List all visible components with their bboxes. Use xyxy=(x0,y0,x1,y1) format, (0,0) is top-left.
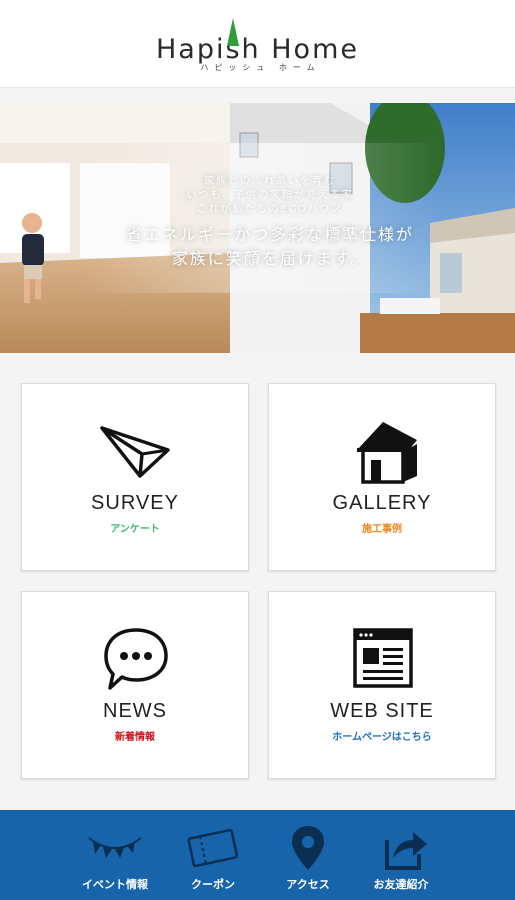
hero-tagline-3: これが私たちのECOハウス xyxy=(196,204,344,215)
survey-tile-button[interactable]: SURVEY アンケート xyxy=(21,383,249,571)
tree-logo-icon xyxy=(227,18,239,46)
logo-subtext: ハピッシュ ホーム xyxy=(200,63,321,72)
website-title: WEB SITE xyxy=(330,700,434,722)
hero-tagline-2: いつも、子供の笑顔が見える家 xyxy=(186,190,354,201)
website-tile-button[interactable]: WEB SITE ホームページはこちら xyxy=(268,591,496,779)
map-pin-icon xyxy=(292,826,324,870)
nav-label-events: イベント情報 xyxy=(82,878,148,891)
app-header: Hapish Home ハピッシュ ホーム xyxy=(0,0,515,88)
nav-item-coupon[interactable]: クーポン xyxy=(158,810,268,900)
nav-item-events[interactable]: イベント情報 xyxy=(60,810,170,900)
bottom-navigation: イベント情報 クーポン アクセス お友達紹介 xyxy=(0,810,515,900)
nav-label-coupon: クーポン xyxy=(191,878,235,891)
bunting-icon xyxy=(88,837,142,858)
hero-banner: 家族とのふれあいを育む いつも、子供の笑顔が見える家 これが私たちのECOハウス… xyxy=(0,103,515,353)
gallery-tile-button[interactable]: GALLERY 施工事例 xyxy=(268,383,496,571)
hero-tagline-1: 家族とのふれあいを育む xyxy=(204,176,336,187)
share-icon xyxy=(385,832,427,870)
website-subtitle: ホームページはこちら xyxy=(332,732,432,743)
coupon-icon xyxy=(187,828,239,868)
hero-headline-1: 省エネルギーかつ多彩な標準仕様が xyxy=(125,225,414,244)
nav-item-refer-friend[interactable]: お友達紹介 xyxy=(346,810,456,900)
app-logo: Hapish Home ハピッシュ ホーム xyxy=(0,34,515,73)
survey-title: SURVEY xyxy=(91,492,179,514)
nav-label-refer-friend: お友達紹介 xyxy=(373,878,429,891)
browser-window-icon xyxy=(353,628,413,688)
survey-subtitle: アンケート xyxy=(110,524,160,535)
hero-headline-2: 家族に笑顔を届けます。 xyxy=(171,249,369,268)
paper-plane-icon xyxy=(100,426,170,478)
news-title: NEWS xyxy=(103,700,167,722)
news-tile-button[interactable]: NEWS 新着情報 xyxy=(21,591,249,779)
house-icon xyxy=(357,422,417,484)
gallery-subtitle: 施工事例 xyxy=(362,524,402,535)
speech-bubble-icon xyxy=(104,628,168,690)
news-subtitle: 新着情報 xyxy=(115,732,155,743)
hero-copy: 家族とのふれあいを育む いつも、子供の笑顔が見える家 これが私たちのECOハウス… xyxy=(60,175,480,271)
gallery-title: GALLERY xyxy=(332,492,432,514)
